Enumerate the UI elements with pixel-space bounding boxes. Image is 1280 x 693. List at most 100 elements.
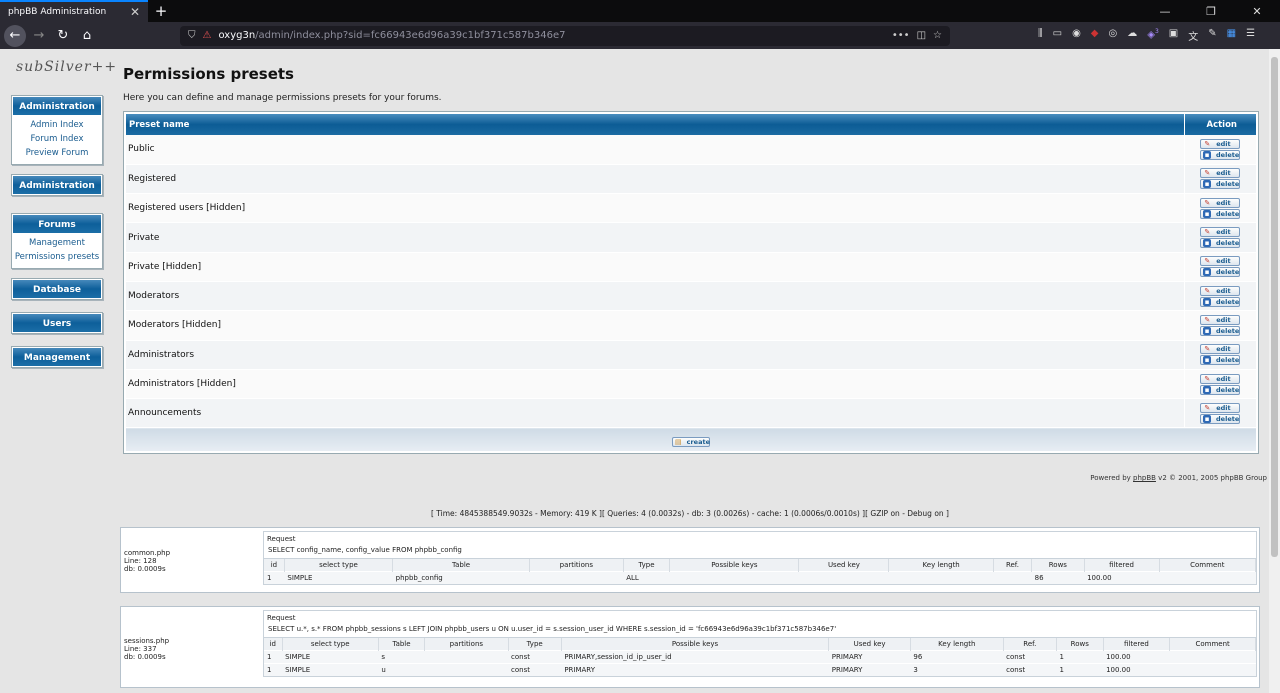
edit-button[interactable]: ✎ edit xyxy=(1200,256,1241,267)
forward-icon[interactable]: → xyxy=(28,25,50,47)
explain-cell xyxy=(1169,649,1256,663)
url-bar[interactable]: ⛉ ⚠ oxyg3n/admin/index.php?sid=fc66943e6… xyxy=(180,25,950,46)
library-icon[interactable]: ⫼ xyxy=(1038,28,1043,43)
debug-info: [ Time: 4845388549.9032s - Memory: 419 K… xyxy=(431,509,949,518)
translate-icon[interactable]: 文 xyxy=(1188,28,1198,43)
delete-button[interactable]: ▪ delete xyxy=(1200,238,1241,249)
pocket-icon[interactable]: ◫ xyxy=(917,30,926,41)
eye-icon[interactable]: ◎ xyxy=(1109,28,1118,43)
edit-button[interactable]: ✎ edit xyxy=(1200,285,1241,296)
navbox-title[interactable]: Users xyxy=(12,313,102,333)
site-logo[interactable]: subSilver++ xyxy=(8,59,116,95)
action-cell: ✎ edit ▪ delete xyxy=(1183,222,1256,253)
delete-icon: ▪ xyxy=(1203,209,1212,218)
page-scrollbar[interactable] xyxy=(1269,49,1280,693)
edit-button[interactable]: ✎ edit xyxy=(1200,344,1241,355)
container-icon[interactable]: ▦ xyxy=(1227,28,1236,43)
explain-column-header: partitions xyxy=(529,559,624,571)
tools-icon[interactable]: ✎ xyxy=(1208,28,1216,43)
ublock-icon[interactable]: ◆ xyxy=(1091,28,1099,43)
delete-button[interactable]: ▪ delete xyxy=(1200,149,1241,160)
explain-column-header: id xyxy=(264,559,285,571)
edit-button[interactable]: ✎ edit xyxy=(1200,138,1241,149)
edit-button[interactable]: ✎ edit xyxy=(1200,314,1241,325)
explain-table: id select type Table partitions Type Possible… xyxy=(264,638,1256,676)
home-icon[interactable]: ⌂ xyxy=(76,25,98,47)
back-icon[interactable]: ← xyxy=(4,24,26,47)
action-cell: ✎ edit ▪ delete xyxy=(1183,252,1256,282)
edit-button[interactable]: ✎ edit xyxy=(1200,227,1241,238)
close-window-icon[interactable]: ✕ xyxy=(1234,0,1280,22)
close-tab-icon[interactable]: ✕ xyxy=(130,5,140,19)
edit-button[interactable]: ✎ edit xyxy=(1200,197,1241,208)
create-button-label: create xyxy=(686,437,710,446)
explain-cell xyxy=(993,570,1032,584)
link-admin-index[interactable]: Admin Index xyxy=(12,118,102,132)
link-forum-index[interactable]: Forum Index xyxy=(12,132,102,146)
query-line: Line: 337 xyxy=(124,645,157,653)
explain-cell: phpbb_config xyxy=(392,570,530,584)
delete-button[interactable]: ▪ delete xyxy=(1200,325,1241,336)
explain-cell: 100.00 xyxy=(1103,649,1170,663)
pencil-icon: ✎ xyxy=(1204,228,1211,237)
delete-button-label: delete xyxy=(1216,297,1240,306)
shield-icon[interactable]: ⛉ xyxy=(188,30,196,41)
delete-button[interactable]: ▪ delete xyxy=(1200,296,1241,307)
navbox-title[interactable]: Administration xyxy=(12,175,102,195)
explain-cell: 1 xyxy=(264,662,283,676)
account-icon[interactable]: ◉ xyxy=(1072,28,1081,43)
link-forum-management[interactable]: Management xyxy=(12,236,102,250)
scrollbar-thumb[interactable] xyxy=(1271,57,1278,557)
delete-button[interactable]: ▪ delete xyxy=(1200,208,1241,219)
edit-button[interactable]: ✎ edit xyxy=(1200,373,1241,384)
delete-button[interactable]: ▪ delete xyxy=(1200,179,1241,190)
delete-button[interactable]: ▪ delete xyxy=(1200,413,1241,424)
link-preview-forum[interactable]: Preview Forum xyxy=(12,146,102,160)
delete-button[interactable]: ▪ delete xyxy=(1200,355,1241,366)
menu-icon[interactable]: ☰ xyxy=(1246,28,1255,43)
table-row: Public ✎ edit ▪ delete xyxy=(126,135,1256,165)
navbox-title[interactable]: Management xyxy=(12,347,102,367)
table-footer: ▤ create xyxy=(126,427,1256,451)
edit-button[interactable]: ✎ edit xyxy=(1200,402,1241,413)
explain-column-header: Ref. xyxy=(1003,638,1057,650)
explain-cell: s xyxy=(378,649,425,663)
explain-column-header: partitions xyxy=(424,638,509,650)
navbox-title[interactable]: Administration xyxy=(12,96,102,116)
query-file: common.php xyxy=(124,549,171,557)
bookmark-star-icon[interactable]: ☆ xyxy=(933,30,942,41)
navbox-title[interactable]: Database xyxy=(12,279,102,299)
preset-name: Registered xyxy=(126,164,1184,195)
link-permissions-presets[interactable]: Permissions presets xyxy=(12,250,102,264)
explain-column-header: Rows xyxy=(1056,638,1104,650)
media-icon[interactable]: ▣ xyxy=(1169,28,1178,43)
browser-tab-active[interactable]: phpBB Administration ✕ xyxy=(0,0,148,22)
explain-cell: 100.00 xyxy=(1103,662,1170,676)
explain-column-header: Key length xyxy=(888,559,994,571)
restore-icon[interactable]: ❐ xyxy=(1188,0,1234,22)
request-sql: SELECT u.*, s.* FROM phpbb_sessions s LE… xyxy=(264,623,1256,638)
explain-table: id select type Table partitions Type Possible… xyxy=(264,559,1257,584)
explain-cell xyxy=(888,570,994,584)
navbox-title[interactable]: Forums xyxy=(12,214,102,234)
new-tab-icon[interactable]: + xyxy=(148,0,174,22)
sidebar-icon[interactable]: ▭ xyxy=(1053,28,1062,43)
query-source: sessions.php Line: 337 db: 0.0009s xyxy=(124,637,169,661)
create-button[interactable]: ▤ create xyxy=(672,436,710,447)
delete-button[interactable]: ▪ delete xyxy=(1200,384,1241,395)
phpbb-link[interactable]: phpBB xyxy=(1133,474,1156,482)
minimize-icon[interactable]: — xyxy=(1142,0,1188,22)
extension-badge-icon[interactable]: ◈3 xyxy=(1147,28,1159,43)
cloud-icon[interactable]: ☁ xyxy=(1127,28,1137,43)
delete-button[interactable]: ▪ delete xyxy=(1200,267,1241,278)
reload-icon[interactable]: ↻ xyxy=(52,25,74,47)
pencil-icon: ✎ xyxy=(1204,139,1211,148)
insecure-lock-icon[interactable]: ⚠ xyxy=(203,30,212,41)
powered-by: Powered by phpBB v2 © 2001, 2005 phpBB G… xyxy=(1090,474,1267,482)
table-row: Registered ✎ edit ▪ delete xyxy=(126,164,1256,195)
explain-cell: 96 xyxy=(910,649,1004,663)
edit-button[interactable]: ✎ edit xyxy=(1200,168,1241,179)
more-actions-icon[interactable]: ••• xyxy=(892,30,910,41)
page-description: Here you can define and manage permissio… xyxy=(123,93,442,103)
query-detail: Request SELECT config_name, config_value … xyxy=(263,531,1257,585)
